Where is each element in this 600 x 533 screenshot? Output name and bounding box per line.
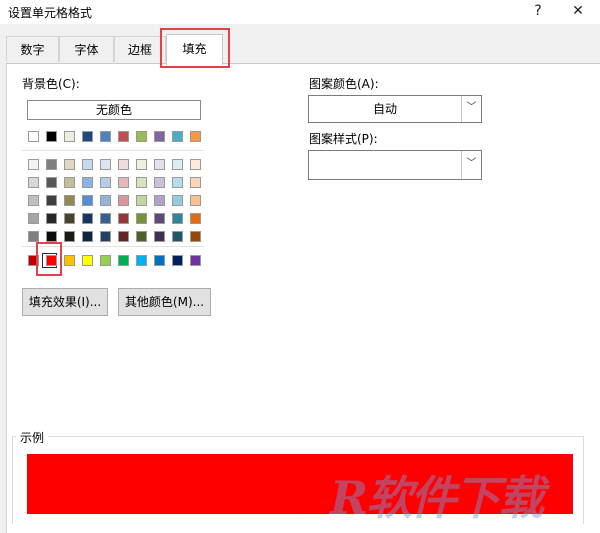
color-swatch[interactable] [46, 195, 57, 206]
fill-effects-button[interactable]: 填充效果(I)... [22, 288, 108, 316]
color-swatch[interactable] [190, 213, 201, 224]
color-swatch[interactable] [82, 213, 93, 224]
selected-swatch-highlight-box [36, 242, 62, 276]
color-swatch[interactable] [46, 159, 57, 170]
color-swatch[interactable] [190, 195, 201, 206]
pattern-color-select[interactable]: 自动 ﹀ [308, 95, 482, 123]
color-swatch[interactable] [136, 195, 147, 206]
color-swatch[interactable] [28, 177, 39, 188]
fill-tab-highlight-box [160, 28, 230, 68]
color-swatch[interactable] [154, 255, 165, 266]
color-swatch[interactable] [28, 159, 39, 170]
color-swatch[interactable] [190, 255, 201, 266]
tab-border[interactable]: 边框 [114, 36, 166, 62]
no-color-button[interactable]: 无颜色 [27, 100, 201, 120]
color-swatch[interactable] [154, 195, 165, 206]
color-swatch[interactable] [100, 231, 111, 242]
color-swatch[interactable] [28, 213, 39, 224]
pattern-style-label: 图案样式(P): [309, 132, 378, 146]
tab-number[interactable]: 数字 [6, 36, 59, 62]
color-swatch[interactable] [82, 159, 93, 170]
color-swatch[interactable] [46, 231, 57, 242]
title-bar: 设置单元格格式 ? ✕ [0, 0, 600, 24]
color-swatch[interactable] [46, 177, 57, 188]
color-swatch[interactable] [64, 195, 75, 206]
pattern-style-select[interactable]: ﹀ [308, 150, 482, 180]
color-swatch[interactable] [190, 177, 201, 188]
color-swatch[interactable] [100, 255, 111, 266]
color-swatch[interactable] [190, 131, 201, 142]
color-swatch[interactable] [136, 255, 147, 266]
color-swatch[interactable] [136, 131, 147, 142]
color-swatch[interactable] [118, 177, 129, 188]
color-swatch[interactable] [190, 231, 201, 242]
color-swatch[interactable] [172, 159, 183, 170]
pattern-color-label: 图案颜色(A): [309, 77, 379, 91]
color-swatch[interactable] [154, 231, 165, 242]
help-button[interactable]: ? [518, 0, 558, 24]
color-swatch[interactable] [82, 195, 93, 206]
color-swatch[interactable] [154, 177, 165, 188]
color-swatch[interactable] [118, 213, 129, 224]
color-swatch[interactable] [100, 195, 111, 206]
color-swatch[interactable] [64, 177, 75, 188]
color-swatch[interactable] [28, 231, 39, 242]
color-swatch[interactable] [64, 159, 75, 170]
color-swatch[interactable] [154, 159, 165, 170]
color-swatch[interactable] [118, 159, 129, 170]
color-swatch[interactable] [46, 131, 57, 142]
color-swatch[interactable] [28, 131, 39, 142]
color-swatch[interactable] [46, 213, 57, 224]
color-swatch[interactable] [190, 159, 201, 170]
color-swatch[interactable] [100, 159, 111, 170]
color-swatch[interactable] [118, 195, 129, 206]
chevron-down-icon: ﹀ [461, 96, 481, 122]
color-swatch[interactable] [172, 177, 183, 188]
color-swatch[interactable] [172, 255, 183, 266]
background-color-label: 背景色(C): [22, 77, 80, 91]
color-swatch[interactable] [118, 131, 129, 142]
color-swatch[interactable] [64, 231, 75, 242]
more-colors-button[interactable]: 其他颜色(M)... [118, 288, 211, 316]
color-swatch[interactable] [64, 255, 75, 266]
color-swatch[interactable] [82, 255, 93, 266]
color-swatch[interactable] [82, 131, 93, 142]
color-swatch[interactable] [136, 213, 147, 224]
color-swatch[interactable] [172, 195, 183, 206]
color-swatch[interactable] [172, 231, 183, 242]
color-swatch[interactable] [136, 159, 147, 170]
tab-font[interactable]: 字体 [59, 36, 114, 62]
color-swatch[interactable] [100, 131, 111, 142]
color-swatch[interactable] [64, 213, 75, 224]
chevron-down-icon: ﹀ [461, 151, 481, 179]
close-button[interactable]: ✕ [558, 0, 598, 24]
color-swatch[interactable] [136, 177, 147, 188]
color-swatch[interactable] [172, 213, 183, 224]
color-swatch[interactable] [82, 177, 93, 188]
pattern-color-value: 自动 [372, 102, 397, 116]
color-swatch[interactable] [118, 231, 129, 242]
color-swatch[interactable] [118, 255, 129, 266]
palette-separator [22, 150, 204, 151]
color-swatch[interactable] [28, 195, 39, 206]
color-swatch[interactable] [100, 213, 111, 224]
sample-label: 示例 [16, 429, 49, 446]
color-swatch[interactable] [100, 177, 111, 188]
color-swatch[interactable] [154, 213, 165, 224]
color-swatch[interactable] [154, 131, 165, 142]
color-swatch[interactable] [64, 131, 75, 142]
tab-strip: 数字 字体 边框 填充 [0, 34, 600, 65]
color-swatch[interactable] [172, 131, 183, 142]
window-title: 设置单元格格式 [8, 6, 93, 20]
color-swatch[interactable] [136, 231, 147, 242]
watermark-logo: R软件下载 [330, 471, 544, 525]
color-swatch[interactable] [82, 231, 93, 242]
